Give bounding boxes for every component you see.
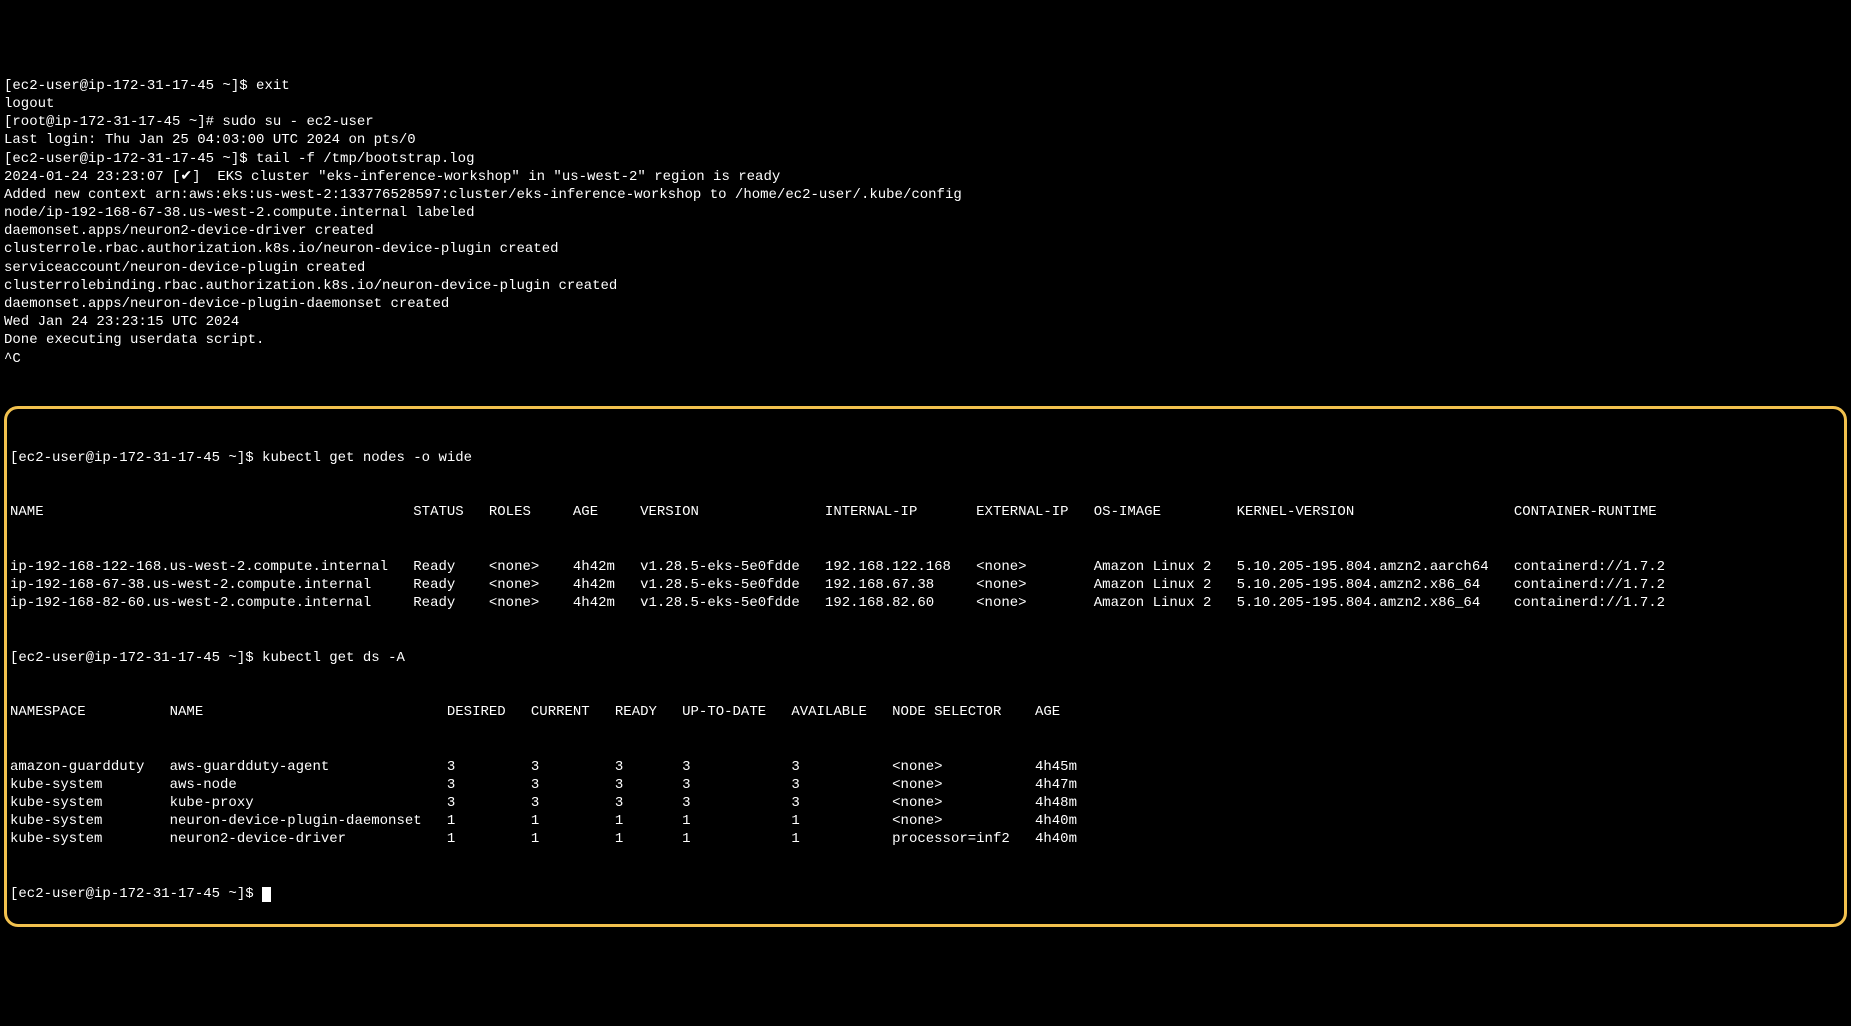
terminal-output-line: 2024-01-24 23:23:07 [✔] EKS cluster "eks… — [4, 168, 1847, 186]
shell-command[interactable]: kubectl get ds -A — [262, 650, 405, 666]
table-row: ip-192-168-82-60.us-west-2.compute.inter… — [10, 594, 1841, 612]
shell-prompt[interactable]: [ec2-user@ip-172-31-17-45 ~]$ — [10, 650, 262, 666]
terminal-output-line: serviceaccount/neuron-device-plugin crea… — [4, 259, 1847, 277]
terminal-output-line: Wed Jan 24 23:23:15 UTC 2024 — [4, 313, 1847, 331]
table-row: ip-192-168-67-38.us-west-2.compute.inter… — [10, 576, 1841, 594]
table-row: amazon-guardduty aws-guardduty-agent 3 3… — [10, 758, 1841, 776]
shell-prompt[interactable]: [ec2-user@ip-172-31-17-45 ~]$ — [10, 886, 262, 902]
terminal-output-line: [ec2-user@ip-172-31-17-45 ~]$ exit — [4, 77, 1847, 95]
terminal-output-line: ^C — [4, 350, 1847, 368]
terminal-output-line: Added new context arn:aws:eks:us-west-2:… — [4, 186, 1847, 204]
nodes-table-body: ip-192-168-122-168.us-west-2.compute.int… — [10, 558, 1841, 613]
terminal-output-line: [ec2-user@ip-172-31-17-45 ~]$ tail -f /t… — [4, 150, 1847, 168]
terminal-output-line: node/ip-192-168-67-38.us-west-2.compute.… — [4, 204, 1847, 222]
terminal-scrollback: [ec2-user@ip-172-31-17-45 ~]$ exitlogout… — [4, 77, 1847, 368]
table-row: kube-system kube-proxy 3 3 3 3 3 <none> … — [10, 794, 1841, 812]
terminal-output-line: [root@ip-172-31-17-45 ~]# sudo su - ec2-… — [4, 113, 1847, 131]
cmd-get-ds-line: [ec2-user@ip-172-31-17-45 ~]$ kubectl ge… — [10, 649, 1841, 667]
terminal-output-line: daemonset.apps/neuron-device-plugin-daem… — [4, 295, 1847, 313]
ds-table-body: amazon-guardduty aws-guardduty-agent 3 3… — [10, 758, 1841, 849]
terminal-output-line: logout — [4, 95, 1847, 113]
shell-prompt[interactable]: [ec2-user@ip-172-31-17-45 ~]$ — [10, 450, 262, 466]
table-row: kube-system aws-node 3 3 3 3 3 <none> 4h… — [10, 776, 1841, 794]
shell-command[interactable]: kubectl get nodes -o wide — [262, 450, 472, 466]
terminal-output-line: daemonset.apps/neuron2-device-driver cre… — [4, 222, 1847, 240]
cmd-get-nodes-line: [ec2-user@ip-172-31-17-45 ~]$ kubectl ge… — [10, 449, 1841, 467]
terminal-output-line: Done executing userdata script. — [4, 331, 1847, 349]
final-prompt-line[interactable]: [ec2-user@ip-172-31-17-45 ~]$ — [10, 885, 1841, 903]
cursor-icon — [262, 887, 271, 902]
terminal-output-line: Last login: Thu Jan 25 04:03:00 UTC 2024… — [4, 131, 1847, 149]
terminal-output-line: clusterrolebinding.rbac.authorization.k8… — [4, 277, 1847, 295]
table-row: ip-192-168-122-168.us-west-2.compute.int… — [10, 558, 1841, 576]
terminal-output-line: clusterrole.rbac.authorization.k8s.io/ne… — [4, 240, 1847, 258]
ds-table-header: NAMESPACE NAME DESIRED CURRENT READY UP-… — [10, 703, 1841, 721]
table-row: kube-system neuron-device-plugin-daemons… — [10, 812, 1841, 830]
table-row: kube-system neuron2-device-driver 1 1 1 … — [10, 830, 1841, 848]
highlighted-output-box: [ec2-user@ip-172-31-17-45 ~]$ kubectl ge… — [4, 406, 1847, 927]
nodes-table-header: NAME STATUS ROLES AGE VERSION INTERNAL-I… — [10, 503, 1841, 521]
